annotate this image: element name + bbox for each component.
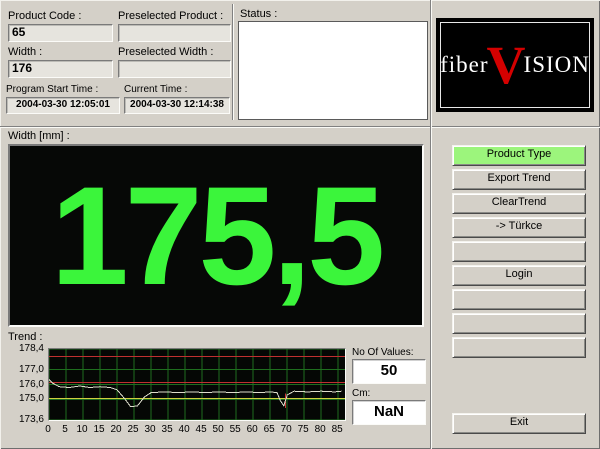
logo-accent: V xyxy=(487,38,526,92)
exit-button[interactable]: Exit xyxy=(452,413,586,434)
blank-button-1[interactable] xyxy=(452,241,586,262)
cm-label: Cm: xyxy=(352,388,370,399)
trend-x-tick-label: 85 xyxy=(327,424,347,435)
export-trend-button[interactable]: Export Trend xyxy=(452,169,586,190)
width-field: 176 xyxy=(8,60,113,78)
no-of-values-label: No Of Values: xyxy=(352,347,414,358)
current-time-field: 2004-03-30 12:14:38 xyxy=(124,97,230,114)
blank-button-2[interactable] xyxy=(452,289,586,310)
trend-y-tick-label: 177,0 xyxy=(8,364,44,375)
right-horizontal-divider xyxy=(432,126,600,127)
language-toggle-button[interactable]: -> Türkce xyxy=(452,217,586,238)
trend-y-tick-label: 175,0 xyxy=(8,393,44,404)
current-time-label: Current Time : xyxy=(124,84,187,95)
product-type-button[interactable]: Product Type xyxy=(452,145,586,166)
width-display: 175,5 xyxy=(8,144,424,327)
login-button[interactable]: Login xyxy=(452,265,586,286)
blank-button-4[interactable] xyxy=(452,337,586,358)
preselected-product-field xyxy=(118,24,231,42)
preselected-width-field xyxy=(118,60,231,78)
fibervision-logo-frame: fiber V ISION xyxy=(440,22,590,108)
product-code-field: 65 xyxy=(8,24,113,42)
main-vertical-divider xyxy=(430,0,431,449)
product-code-label: Product Code : xyxy=(8,10,81,22)
status-label: Status : xyxy=(240,8,277,20)
trend-plot-svg xyxy=(49,349,345,420)
status-box xyxy=(238,21,428,120)
cm-field: NaN xyxy=(352,400,426,425)
preselected-product-label: Preselected Product : xyxy=(118,10,223,22)
preselected-width-label: Preselected Width : xyxy=(118,46,213,58)
fibervision-logo: fiber V ISION xyxy=(436,18,594,112)
trend-chart: 178,4177,0176,0175,0173,6 05101520253035… xyxy=(8,340,348,440)
clear-trend-button[interactable]: ClearTrend xyxy=(452,193,586,214)
trend-x-axis: 0510152025303540455055606570758085 xyxy=(48,424,346,436)
trend-y-axis: 178,4177,0176,0175,0173,6 xyxy=(8,340,44,430)
logo-text-prefix: fiber xyxy=(440,52,488,78)
no-of-values-field[interactable]: 50 xyxy=(352,359,426,384)
info-status-divider xyxy=(232,4,233,120)
width-display-label: Width [mm] : xyxy=(8,130,70,142)
width-label: Width : xyxy=(8,46,42,58)
blank-button-3[interactable] xyxy=(452,313,586,334)
logo-text-suffix: ISION xyxy=(524,52,590,78)
top-horizontal-divider xyxy=(0,126,430,127)
trend-plot-area xyxy=(48,348,346,421)
trend-y-tick-label: 178,4 xyxy=(8,343,44,354)
program-start-time-label: Program Start Time : xyxy=(6,84,98,95)
width-display-value: 175,5 xyxy=(10,146,422,325)
fibervision-window: { "colors": { "window_bg": "#d4d0c8", "b… xyxy=(0,0,600,449)
trend-y-tick-label: 176,0 xyxy=(8,379,44,390)
program-start-time-field: 2004-03-30 12:05:01 xyxy=(6,97,120,114)
